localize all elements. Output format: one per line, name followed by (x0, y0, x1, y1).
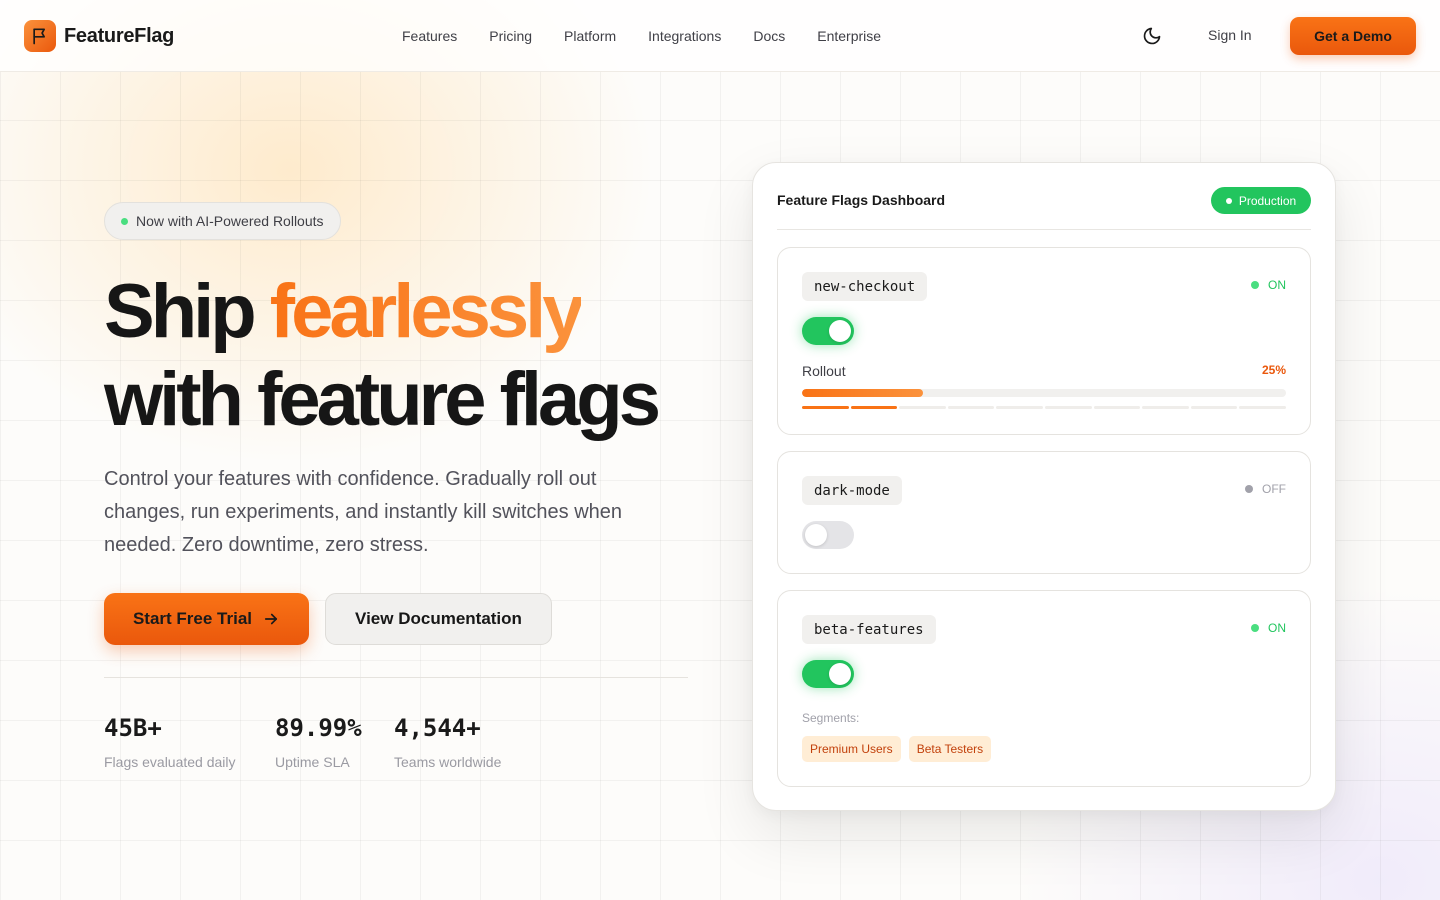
environment-label: Production (1238, 193, 1297, 208)
rollout-step (899, 406, 946, 409)
headline-part1: Ship (104, 269, 270, 354)
arrow-right-icon (264, 613, 278, 625)
flag-status-label: ON (1268, 278, 1286, 292)
headline-line2: with feature flags (104, 357, 661, 442)
nav-link-features[interactable]: Features (402, 28, 457, 44)
flag-status: OFF (1245, 482, 1286, 496)
status-dot (1251, 281, 1259, 289)
flag-icon (24, 20, 56, 52)
status-dot (121, 217, 128, 225)
start-free-trial-button[interactable]: Start Free Trial (104, 593, 309, 645)
flag-key: beta-features (802, 615, 936, 644)
flag-status-label: ON (1268, 621, 1286, 635)
rollout-step (1044, 406, 1092, 409)
nav-link-integrations[interactable]: Integrations (648, 28, 721, 44)
rollout-step (947, 406, 995, 409)
segment-tag-premium-users[interactable]: Premium Users (802, 736, 901, 762)
flag-status: ON (1251, 278, 1286, 292)
stat-label: Flags evaluated daily (104, 754, 236, 770)
flag-status: ON (1251, 621, 1286, 635)
nav-link-pricing[interactable]: Pricing (489, 28, 532, 44)
flag-key: dark-mode (802, 476, 902, 505)
stat-teams: 4,544+ Teams worldwide (394, 714, 501, 770)
rollout-step (850, 406, 898, 409)
stat-value: 4,544+ (394, 714, 481, 742)
toggle-knob (829, 663, 851, 685)
rollout-progress-fill (802, 389, 923, 397)
rollout-step-indicator (802, 406, 1286, 409)
flag-toggle[interactable] (802, 317, 854, 345)
stat-value: 89.99% (275, 714, 362, 742)
headline-accent: fearlessly (269, 269, 585, 354)
stat-label: Teams worldwide (394, 754, 502, 770)
status-dot (1251, 624, 1259, 632)
dashboard-title: Feature Flags Dashboard (777, 192, 946, 208)
feature-flags-dashboard: Feature Flags Dashboard Production new-c… (752, 162, 1336, 811)
stat-label: Uptime SLA (275, 754, 350, 770)
environment-badge[interactable]: Production (1211, 187, 1311, 214)
toggle-knob (805, 524, 827, 546)
rollout-step (802, 406, 849, 409)
flag-card-new-checkout: new-checkout ON Rollout 25% (777, 247, 1311, 435)
main-nav: Features Pricing Platform Integrations D… (402, 28, 881, 44)
nav-link-enterprise[interactable]: Enterprise (817, 28, 881, 44)
stat-value: 45B+ (104, 714, 162, 742)
top-nav-bar: FeatureFlag Features Pricing Platform In… (0, 0, 1440, 72)
hero-headline: Ship fearlessly with feature flags (104, 268, 661, 444)
rollout-step (1142, 406, 1189, 409)
flag-toggle[interactable] (802, 660, 854, 688)
stat-uptime: 89.99% Uptime SLA (275, 714, 362, 770)
flag-status-label: OFF (1262, 482, 1286, 496)
moon-icon (1143, 27, 1161, 45)
nav-link-platform[interactable]: Platform (564, 28, 616, 44)
segments-label: Segments: (802, 711, 860, 725)
announcement-text: Now with AI-Powered Rollouts (136, 213, 324, 229)
segment-tag-beta-testers[interactable]: Beta Testers (908, 736, 992, 762)
flag-card-beta-features: beta-features ON Segments: Premium Users… (777, 590, 1311, 787)
sign-in-link[interactable]: Sign In (1208, 27, 1252, 43)
divider (104, 677, 688, 678)
toggle-knob (829, 320, 851, 342)
brand-logo[interactable]: FeatureFlag (24, 20, 174, 52)
flag-key: new-checkout (802, 272, 928, 301)
rollout-step (1093, 406, 1141, 409)
dashboard-divider (777, 229, 1311, 230)
hero-description: Control your features with confidence. G… (104, 468, 623, 556)
start-free-trial-label: Start Free Trial (132, 609, 253, 628)
status-dot (1245, 485, 1253, 493)
rollout-value: 25% (1261, 363, 1286, 377)
flag-card-dark-mode: dark-mode OFF (777, 451, 1311, 574)
brand-name: FeatureFlag (64, 24, 175, 47)
flag-toggle[interactable] (802, 521, 854, 549)
rollout-progress-bar[interactable] (802, 389, 1286, 397)
rollout-label: Rollout (802, 363, 846, 379)
get-demo-button[interactable]: Get a Demo (1290, 17, 1416, 55)
stat-flags-evaluated: 45B+ Flags evaluated daily (104, 714, 236, 770)
view-documentation-button[interactable]: View Documentation (325, 593, 552, 645)
segment-tags: Premium Users Beta Testers (802, 736, 992, 762)
nav-link-docs[interactable]: Docs (753, 28, 785, 44)
rollout-step (1190, 406, 1238, 409)
announcement-badge[interactable]: Now with AI-Powered Rollouts (104, 202, 341, 240)
rollout-step (996, 406, 1043, 409)
theme-toggle-button[interactable] (1140, 24, 1164, 48)
rollout-step (1239, 406, 1286, 409)
environment-dot (1225, 197, 1232, 204)
